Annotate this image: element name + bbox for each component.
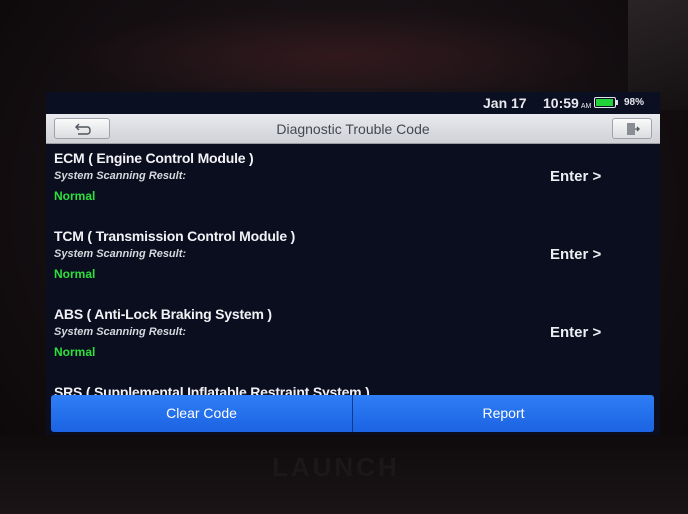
scan-result-label: System Scanning Result: [54, 170, 187, 182]
action-bar: Clear Code Report [51, 395, 654, 432]
report-button[interactable]: Report [353, 395, 654, 432]
clear-code-button[interactable]: Clear Code [51, 395, 352, 432]
battery-level-fill [596, 99, 613, 106]
module-name: ABS ( Anti-Lock Braking System ) [54, 306, 272, 322]
battery-percent: 98% [624, 97, 645, 108]
status-time: 10:59 AM [543, 95, 591, 111]
status-bar: Jan 17 10:59 AM 98% [46, 92, 660, 114]
battery-tip [616, 100, 618, 105]
enter-button-ecm[interactable]: Enter > [550, 168, 601, 185]
scan-result-label: System Scanning Result: [54, 326, 187, 338]
scan-result-status: Normal [54, 345, 96, 359]
module-name: TCM ( Transmission Control Module ) [54, 228, 296, 244]
page-title: Diagnostic Trouble Code [276, 121, 430, 137]
device-screen: Jan 17 10:59 AM 98% Diagnostic Trouble Co… [46, 92, 660, 435]
title-bar: Diagnostic Trouble Code [46, 114, 660, 144]
module-row-ecm[interactable]: ECM ( Engine Control Module ) System Sca… [46, 144, 660, 222]
scan-result-status: Normal [54, 267, 96, 281]
scan-result-label: System Scanning Result: [54, 248, 187, 260]
status-ampm: AM [580, 103, 592, 110]
enter-button-abs[interactable]: Enter > [550, 324, 601, 341]
status-time-value: 10:59 [543, 95, 579, 111]
battery-icon [594, 97, 616, 108]
exit-door-icon [627, 123, 640, 135]
exit-button[interactable] [612, 118, 652, 139]
module-row-tcm[interactable]: TCM ( Transmission Control Module ) Syst… [46, 222, 660, 300]
brand-logo: LAUNCH [272, 452, 400, 482]
status-date: Jan 17 [483, 95, 527, 111]
module-row-abs[interactable]: ABS ( Anti-Lock Braking System ) System … [46, 300, 660, 378]
module-name: ECM ( Engine Control Module ) [54, 150, 254, 166]
bezel-glare [60, 8, 620, 88]
scan-result-status: Normal [54, 189, 96, 203]
enter-button-tcm[interactable]: Enter > [550, 246, 601, 263]
